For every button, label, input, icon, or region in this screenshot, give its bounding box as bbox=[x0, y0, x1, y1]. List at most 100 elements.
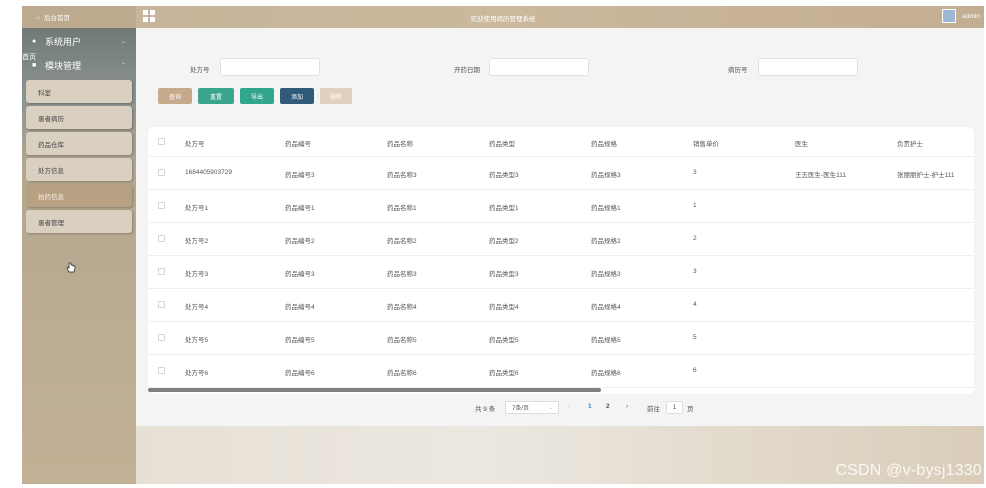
user-icon: ● bbox=[32, 37, 37, 45]
search-form: 处方号 开药日期 病历号 bbox=[136, 58, 984, 78]
reset-button[interactable]: 重置 bbox=[198, 88, 234, 104]
sidebar: ● 系统用户 ⌄ 首页 ■ 模块管理 ⌃ 科室 患者病历 药品仓库 处方信息 拾… bbox=[22, 28, 136, 484]
date-label: 开药日期 bbox=[454, 67, 480, 74]
date-input[interactable] bbox=[489, 58, 589, 76]
row-checkbox[interactable] bbox=[158, 202, 165, 209]
table-row[interactable]: 处方号3 药品编号3 药品名称3 药品类型3 药品规格3 3 bbox=[148, 256, 974, 289]
grid-icon: ■ bbox=[32, 61, 37, 69]
page-2-button[interactable]: 2 bbox=[606, 403, 610, 410]
menu-system-users[interactable]: ● 系统用户 ⌄ bbox=[22, 32, 136, 50]
column-header[interactable]: 药品名称 bbox=[387, 138, 413, 148]
table-cell: 王五医生-医生111 bbox=[795, 172, 847, 179]
column-header[interactable]: 销售单价 bbox=[693, 138, 719, 148]
page-size-value: 7条/页 bbox=[512, 406, 530, 412]
pagination: 共 9 条 7条/页 ⌄ ‹ 1 2 › 前往 1 页 bbox=[136, 401, 984, 415]
total-count: 共 9 条 bbox=[475, 406, 496, 413]
table-row[interactable]: 处方号4 药品编号4 药品名称4 药品类型4 药品规格4 4 bbox=[148, 289, 974, 322]
sidebar-item-patient-management[interactable]: 患者管理 bbox=[26, 210, 132, 233]
table-cell: 1 bbox=[693, 202, 697, 209]
table-cell: 药品类型3 bbox=[489, 271, 519, 278]
table-cell: 3 bbox=[693, 268, 697, 275]
table-cell: 药品编号5 bbox=[285, 337, 315, 344]
query-button[interactable]: 查询 bbox=[158, 88, 192, 104]
table-cell: 药品名称4 bbox=[387, 304, 417, 311]
table-cell: 药品规格4 bbox=[591, 304, 621, 311]
table-cell: 药品类型2 bbox=[489, 238, 519, 245]
sidebar-item-label: 患者病历 bbox=[38, 115, 64, 123]
table-cell: 处方号3 bbox=[185, 271, 209, 278]
row-checkbox[interactable] bbox=[158, 367, 165, 374]
table-cell: 处方号1 bbox=[185, 205, 209, 212]
table-cell: 药品编号4 bbox=[285, 304, 315, 311]
row-checkbox[interactable] bbox=[158, 169, 165, 176]
column-header[interactable]: 处方号 bbox=[185, 138, 205, 148]
column-header[interactable]: 负责护士 bbox=[897, 138, 923, 148]
table-cell: 药品规格3 bbox=[591, 172, 621, 179]
select-all-checkbox[interactable] bbox=[158, 138, 165, 145]
sidebar-item-label: 药品仓库 bbox=[38, 141, 64, 149]
action-buttons: 查询 重置 导出 添加 删除 bbox=[158, 88, 352, 104]
goto-label: 前往 bbox=[647, 406, 660, 413]
avatar[interactable] bbox=[942, 9, 957, 23]
prev-page-button[interactable]: ‹ bbox=[568, 403, 570, 410]
sidebar-item-department[interactable]: 科室 bbox=[26, 80, 132, 103]
column-header[interactable]: 医生 bbox=[795, 138, 808, 148]
table-row[interactable]: 处方号2 药品编号2 药品名称2 药品类型2 药品规格2 2 bbox=[148, 223, 974, 256]
record-label: 病历号 bbox=[728, 67, 748, 74]
table-cell: 药品名称6 bbox=[387, 370, 417, 377]
sidebar-item-label: 处方信息 bbox=[38, 167, 64, 175]
system-users-label: 系统用户 bbox=[45, 36, 82, 47]
page-1-button[interactable]: 1 bbox=[588, 403, 592, 410]
goto-page-input[interactable]: 1 bbox=[666, 401, 683, 414]
table-cell: 处方号6 bbox=[185, 370, 209, 377]
table-cell: 4 bbox=[693, 301, 697, 308]
menu-modules[interactable]: ■ 模块管理 ⌃ bbox=[22, 56, 136, 74]
table-header-row: 处方号 药品编号 药品名称 药品类型 药品规格 销售单价 医生 负责护士 bbox=[148, 127, 974, 157]
table-row[interactable]: 1684405903729 药品编号3 药品名称3 药品类型3 药品规格3 3 王五医生-医… bbox=[148, 157, 974, 190]
row-checkbox[interactable] bbox=[158, 235, 165, 242]
add-button[interactable]: 添加 bbox=[280, 88, 314, 104]
table-cell: 药品编号6 bbox=[285, 370, 315, 377]
page-size-select[interactable]: 7条/页 ⌄ bbox=[505, 401, 559, 414]
sidebar-item-label: 拾药信息 bbox=[38, 193, 64, 201]
next-page-button[interactable]: › bbox=[626, 403, 628, 410]
chevron-down-icon: ⌄ bbox=[548, 404, 553, 411]
table-cell: 药品编号1 bbox=[285, 205, 315, 212]
prescription-input[interactable] bbox=[220, 58, 320, 76]
horizontal-scrollbar[interactable] bbox=[148, 388, 601, 392]
page-suffix: 页 bbox=[687, 406, 694, 413]
sidebar-item-patient-records[interactable]: 患者病历 bbox=[26, 106, 132, 129]
user-menu[interactable]: admin bbox=[942, 9, 980, 23]
sidebar-item-label: 科室 bbox=[38, 89, 51, 97]
sidebar-item-prescriptions[interactable]: 处方信息 bbox=[26, 158, 132, 181]
modules-label: 模块管理 bbox=[45, 60, 82, 71]
table-row[interactable]: 处方号5 药品编号5 药品名称5 药品类型5 药品规格5 5 bbox=[148, 322, 974, 355]
table-cell: 药品规格5 bbox=[591, 337, 621, 344]
table-cell: 药品类型5 bbox=[489, 337, 519, 344]
column-header[interactable]: 药品类型 bbox=[489, 138, 515, 148]
table-cell: 药品类型1 bbox=[489, 205, 519, 212]
sidebar-item-dispensing[interactable]: 拾药信息 bbox=[26, 184, 132, 207]
export-button[interactable]: 导出 bbox=[240, 88, 274, 104]
row-checkbox[interactable] bbox=[158, 268, 165, 275]
delete-button[interactable]: 删除 bbox=[320, 88, 352, 104]
row-checkbox[interactable] bbox=[158, 334, 165, 341]
top-bar: ⌂ 后台首页 欢迎使用病历管理系统 admin bbox=[22, 6, 984, 28]
table-row[interactable]: 处方号1 药品编号1 药品名称1 药品类型1 药品规格1 1 bbox=[148, 190, 974, 223]
table-cell: 药品规格6 bbox=[591, 370, 621, 377]
main-content: 处方号 开药日期 病历号 查询 重置 导出 添加 删除 处方号 药品编号 药品名… bbox=[136, 28, 984, 484]
table-row[interactable]: 处方号6 药品编号6 药品名称6 药品类型6 药品规格6 6 bbox=[148, 355, 974, 388]
sidebar-item-drug-warehouse[interactable]: 药品仓库 bbox=[26, 132, 132, 155]
column-header[interactable]: 药品规格 bbox=[591, 138, 617, 148]
record-input[interactable] bbox=[758, 58, 858, 76]
row-checkbox[interactable] bbox=[158, 301, 165, 308]
table-cell: 药品类型3 bbox=[489, 172, 519, 179]
table-cell: 药品名称5 bbox=[387, 337, 417, 344]
table-cell: 药品类型4 bbox=[489, 304, 519, 311]
app-window: ⌂ 后台首页 欢迎使用病历管理系统 admin ● 系统用户 ⌄ 首页 ■ 模块… bbox=[22, 6, 984, 484]
column-header[interactable]: 药品编号 bbox=[285, 138, 311, 148]
table-cell: 药品规格3 bbox=[591, 271, 621, 278]
table-cell: 药品规格2 bbox=[591, 238, 621, 245]
table-cell: 药品编号2 bbox=[285, 238, 315, 245]
table-cell: 药品名称3 bbox=[387, 271, 417, 278]
